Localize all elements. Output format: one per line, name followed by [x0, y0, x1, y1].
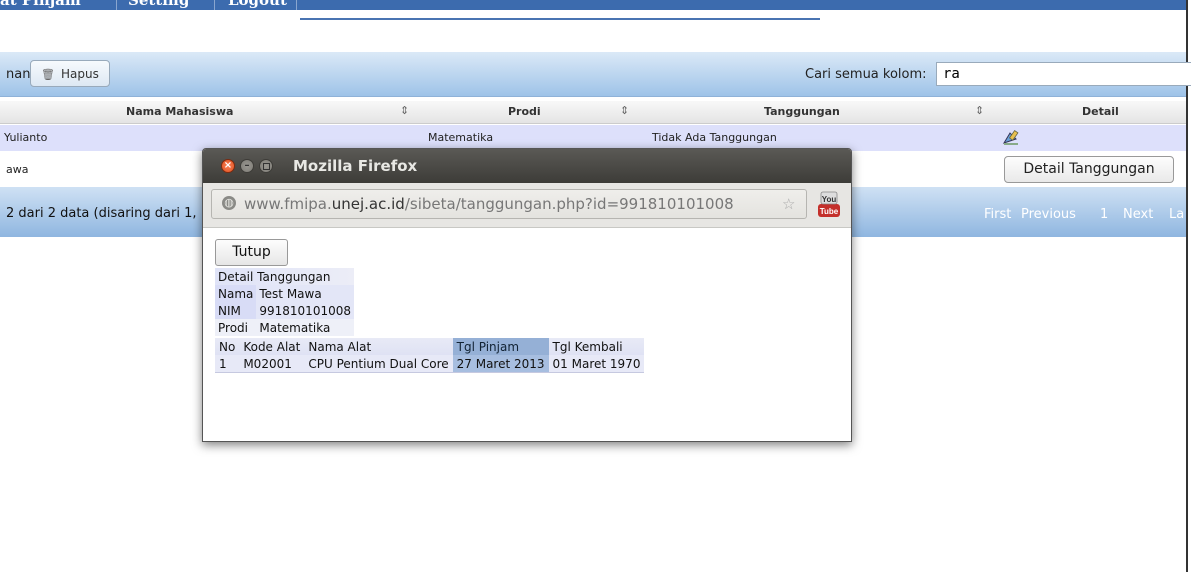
nav-item-pinjam[interactable]: at Pinjam: [0, 0, 81, 9]
column-header-tanggungan[interactable]: Tanggungan: [764, 105, 840, 118]
items-row: 1 M02001 CPU Pentium Dual Core 27 Maret …: [215, 355, 645, 373]
pager-first[interactable]: First: [984, 207, 1011, 222]
trash-icon: 🗑: [41, 68, 55, 81]
items-header-no: No: [215, 338, 240, 355]
tutup-button[interactable]: Tutup: [215, 239, 288, 266]
nav-item-setting[interactable]: Setting: [128, 0, 189, 9]
svg-text:You: You: [822, 195, 837, 204]
window-title: Mozilla Firefox: [293, 157, 418, 175]
nav-separator: [116, 0, 117, 10]
nav-underline: [300, 18, 820, 20]
cell-prodi: Matematika: [428, 131, 494, 144]
items-table: No Kode Alat Nama Alat Tgl Pinjam Tgl Ke…: [215, 338, 645, 373]
items-header-kode: Kode Alat: [239, 338, 305, 355]
toolbar-partial-label: nan: [6, 67, 31, 82]
cell-tanggungan: Tidak Ada Tanggungan: [652, 131, 777, 144]
column-header-nama[interactable]: Nama Mahasiswa: [126, 105, 233, 118]
field-label: Prodi: [215, 319, 257, 336]
table-info: 2 dari 2 data (disaring dari 1,: [6, 206, 197, 221]
field-value-prodi: Matematika: [256, 319, 354, 336]
field-label: NIM: [215, 302, 257, 319]
table-toolbar: nan 🗑 Hapus Cari semua kolom:: [0, 52, 1191, 97]
hapus-button-label: Hapus: [60, 67, 99, 81]
field-value-nim: 991810101008: [256, 302, 354, 319]
cell-nama: awa: [6, 163, 29, 176]
pager-page-1[interactable]: 1: [1100, 207, 1108, 222]
detail-title: Detail Tanggungan: [215, 268, 354, 285]
bookmark-star-icon[interactable]: ☆: [782, 195, 795, 213]
sort-icon[interactable]: ⇕: [620, 104, 629, 117]
top-navigation-bar: at Pinjam Setting Logout: [0, 0, 1186, 10]
item-tgl-kembali: 01 Maret 1970: [548, 355, 645, 373]
nav-separator: [296, 0, 297, 10]
url-bar: ◍ www.fmipa.unej.ac.id/sibeta/tanggungan…: [203, 183, 851, 228]
pager-previous[interactable]: Previous: [1021, 207, 1076, 222]
url-path: /sibeta/tanggungan.php?id=991810101008: [404, 195, 734, 213]
url-prefix: www.fmipa.: [244, 195, 332, 213]
url-field[interactable]: ◍ www.fmipa.unej.ac.id/sibeta/tanggungan…: [211, 189, 807, 219]
window-close-button[interactable]: ×: [221, 159, 235, 173]
hapus-button[interactable]: 🗑 Hapus: [30, 60, 110, 87]
top-navigation-menu: at Pinjam Setting Logout: [0, 0, 300, 10]
sort-icon[interactable]: ⇕: [400, 104, 409, 117]
items-header-tgl-kembali: Tgl Kembali: [548, 338, 645, 355]
field-value-nama: Test Mawa: [256, 285, 354, 302]
window-maximize-button[interactable]: [259, 159, 273, 173]
pager-next[interactable]: Next: [1123, 207, 1153, 222]
firefox-popup-window: × – Mozilla Firefox ◍ www.fmipa.unej.ac.…: [202, 148, 852, 442]
detail-tanggungan-button[interactable]: Detail Tanggungan: [1004, 156, 1174, 183]
field-label: Nama: [215, 285, 257, 302]
item-tgl-pinjam: 27 Maret 2013: [452, 355, 549, 373]
item-kode: M02001: [239, 355, 305, 373]
nav-separator: [214, 0, 215, 10]
youtube-icon[interactable]: You Tube: [817, 190, 841, 218]
window-minimize-button[interactable]: –: [240, 159, 254, 173]
column-header-detail[interactable]: Detail: [1082, 105, 1119, 118]
sort-icon[interactable]: ⇕: [975, 104, 984, 117]
svg-text:Tube: Tube: [820, 207, 839, 216]
items-header-tgl-pinjam: Tgl Pinjam: [452, 338, 549, 355]
detail-table: Detail Tanggungan Nama Test Mawa NIM 991…: [215, 268, 354, 336]
item-nama: CPU Pentium Dual Core: [304, 355, 453, 373]
cell-nama: Yulianto: [4, 131, 48, 144]
item-no: 1: [215, 355, 240, 373]
window-titlebar[interactable]: × – Mozilla Firefox: [203, 149, 851, 183]
nav-item-logout[interactable]: Logout: [228, 0, 287, 9]
pager-last[interactable]: La: [1169, 207, 1184, 222]
table-header: Nama Mahasiswa ⇕ Prodi ⇕ Tanggungan ⇕ De…: [0, 101, 1186, 124]
url-text: www.fmipa.unej.ac.id/sibeta/tanggungan.p…: [244, 195, 734, 213]
items-header-nama: Nama Alat: [304, 338, 453, 355]
column-header-prodi[interactable]: Prodi: [508, 105, 541, 118]
search-input[interactable]: [936, 62, 1191, 86]
url-domain: unej.ac.id: [331, 195, 405, 213]
globe-icon[interactable]: ◍: [222, 196, 236, 210]
detail-edit-icon[interactable]: [1002, 129, 1020, 147]
search-label: Cari semua kolom:: [805, 67, 927, 82]
